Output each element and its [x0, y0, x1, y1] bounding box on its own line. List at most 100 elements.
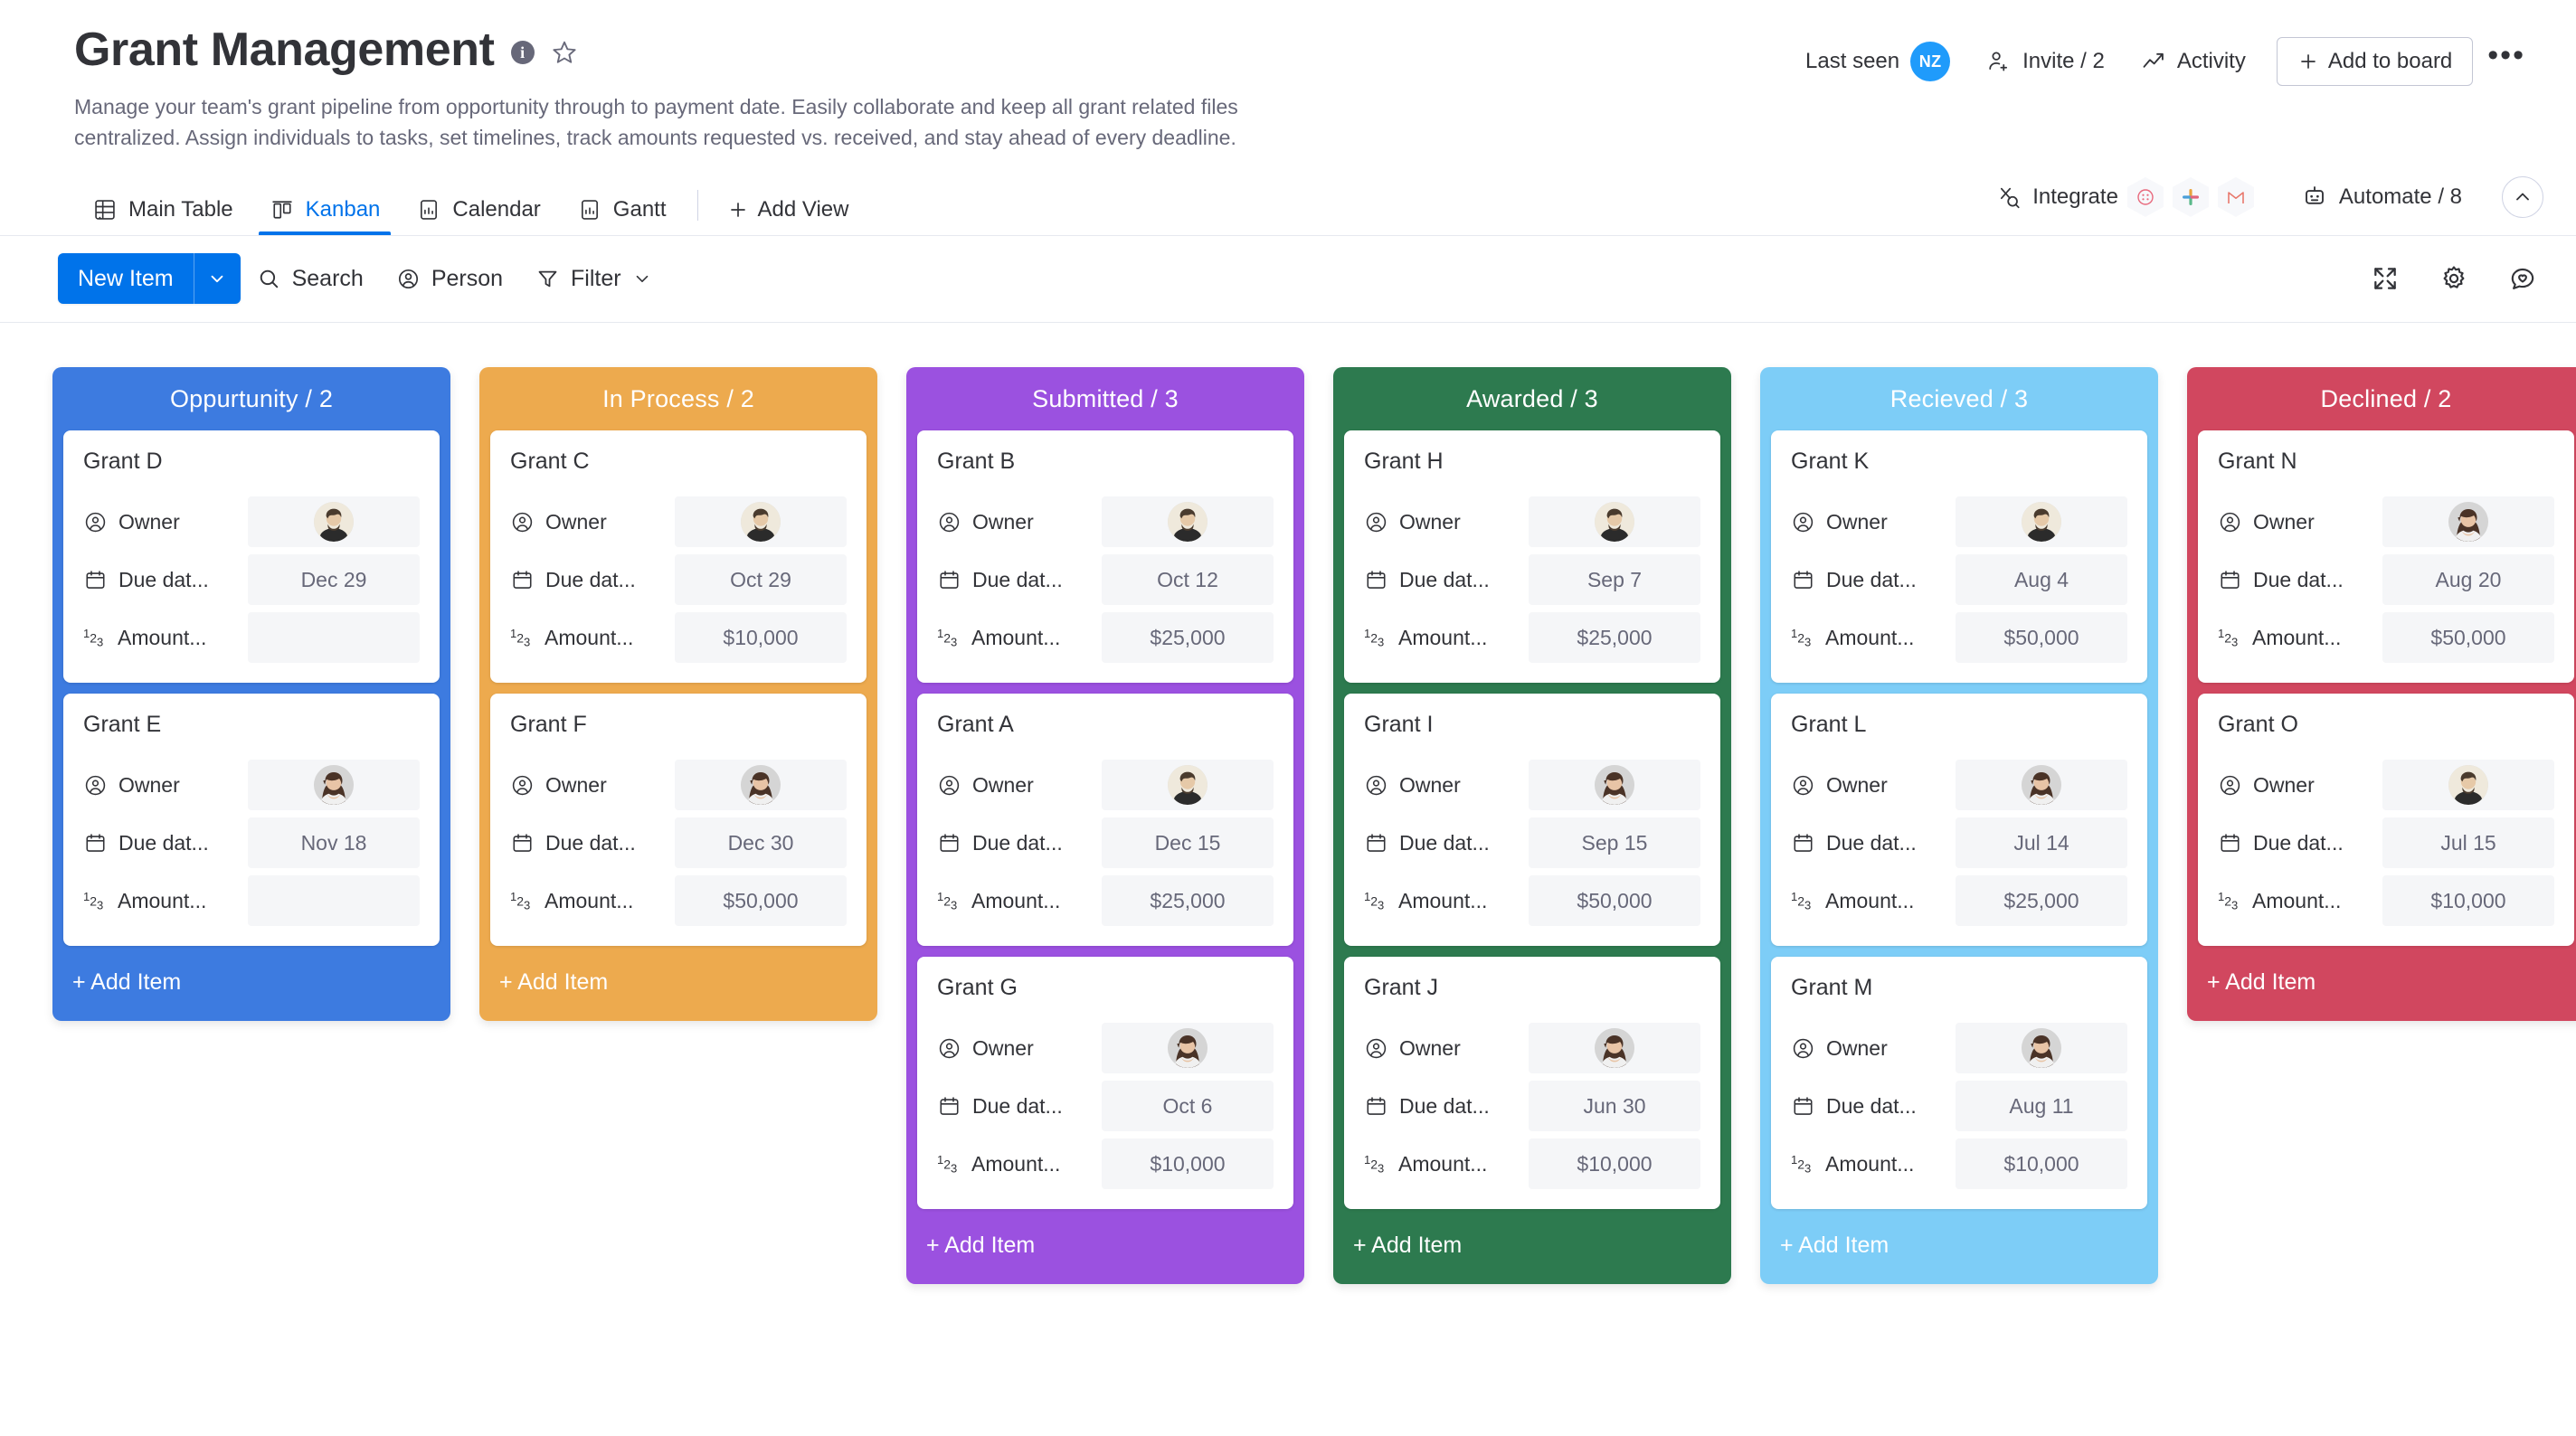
field-value-due-date[interactable]: Sep 15: [1529, 817, 1700, 868]
field-value-amount[interactable]: $10,000: [1102, 1138, 1274, 1189]
last-seen[interactable]: Last seen NZ: [1787, 33, 1968, 90]
kanban-card[interactable]: Grant G Owner Due dat... Oct 6 123 Amoun…: [917, 957, 1293, 1209]
field-value-owner[interactable]: [2382, 760, 2554, 810]
field-value-amount[interactable]: $25,000: [1102, 612, 1274, 663]
field-value-amount[interactable]: $10,000: [1529, 1138, 1700, 1189]
kanban-card[interactable]: Grant J Owner Due dat... Jun 30 123 Amou…: [1344, 957, 1720, 1209]
integrate-button[interactable]: Integrate: [1987, 172, 2263, 222]
filter-button[interactable]: Filter: [519, 257, 668, 301]
kanban-card[interactable]: Grant D Owner Due dat... Dec 29 123 Amou…: [63, 430, 440, 683]
field-label-owner: Owner: [83, 510, 248, 534]
tab-kanban[interactable]: Kanban: [251, 173, 399, 235]
field-value-due-date[interactable]: Oct 29: [675, 554, 847, 605]
field-value-amount[interactable]: $10,000: [1956, 1138, 2127, 1189]
info-icon[interactable]: i: [510, 41, 535, 65]
person-filter-button[interactable]: Person: [380, 257, 519, 301]
kanban-card[interactable]: Grant M Owner Due dat... Aug 11 123 Amou…: [1771, 957, 2147, 1209]
invite-button[interactable]: Invite / 2: [1968, 40, 2123, 83]
kanban-card[interactable]: Grant E Owner Due dat... Nov 18 123 Amou…: [63, 694, 440, 946]
gmail-icon[interactable]: [2217, 176, 2254, 217]
field-value-due-date[interactable]: Dec 30: [675, 817, 847, 868]
field-value-owner[interactable]: [1529, 760, 1700, 810]
field-value-due-date[interactable]: Jul 15: [2382, 817, 2554, 868]
kanban-card[interactable]: Grant K Owner Due dat... Aug 4 123 Amoun…: [1771, 430, 2147, 683]
field-value-owner[interactable]: [1529, 1023, 1700, 1073]
kanban-card[interactable]: Grant L Owner Due dat... Jul 14 123 Amou…: [1771, 694, 2147, 946]
field-value-amount[interactable]: [248, 875, 420, 926]
kanban-card[interactable]: Grant C Owner Due dat... Oct 29 123 Amou…: [490, 430, 867, 683]
activity-button[interactable]: Activity: [2123, 40, 2264, 83]
add-item-button[interactable]: + Add Item: [1760, 1209, 2158, 1284]
field-value-owner[interactable]: [1102, 760, 1274, 810]
field-value-amount[interactable]: $50,000: [1956, 612, 2127, 663]
tab-gantt[interactable]: Gantt: [559, 173, 685, 235]
field-value-owner[interactable]: [1102, 496, 1274, 547]
expand-icon[interactable]: [2364, 258, 2406, 299]
field-value-owner[interactable]: [1956, 496, 2127, 547]
kanban-card[interactable]: Grant A Owner Due dat... Dec 15 123 Amou…: [917, 694, 1293, 946]
star-outline-icon[interactable]: [551, 39, 578, 66]
field-value-due-date[interactable]: Aug 4: [1956, 554, 2127, 605]
kanban-card[interactable]: Grant N Owner Due dat... Aug 20 123 Amou…: [2198, 430, 2574, 683]
field-value-amount[interactable]: $50,000: [2382, 612, 2554, 663]
field-value-due-date[interactable]: Dec 15: [1102, 817, 1274, 868]
field-value-amount[interactable]: $50,000: [675, 875, 847, 926]
field-value-owner[interactable]: [1956, 1023, 2127, 1073]
add-view-button[interactable]: Add View: [711, 197, 866, 235]
field-value-due-date[interactable]: Jul 14: [1956, 817, 2127, 868]
avatar[interactable]: NZ: [1910, 42, 1951, 81]
field-label-due-date: Due dat...: [1791, 1094, 1956, 1119]
field-value-owner[interactable]: [248, 496, 420, 547]
woman-avatar: [314, 765, 354, 805]
chevron-down-icon[interactable]: [632, 269, 652, 288]
kanban-card[interactable]: Grant I Owner Due dat... Sep 15 123 Amou…: [1344, 694, 1720, 946]
add-item-button[interactable]: + Add Item: [1333, 1209, 1731, 1284]
field-value-owner[interactable]: [1956, 760, 2127, 810]
field-value-owner[interactable]: [1102, 1023, 1274, 1073]
tab-main-table[interactable]: Main Table: [74, 173, 251, 235]
numbers-icon: 123: [2218, 626, 2239, 649]
field-value-due-date[interactable]: Jun 30: [1529, 1081, 1700, 1131]
chevron-down-icon[interactable]: [193, 253, 241, 305]
field-value-due-date[interactable]: Nov 18: [248, 817, 420, 868]
kanban-card[interactable]: Grant F Owner Due dat... Dec 30 123 Amou…: [490, 694, 867, 946]
kanban-card[interactable]: Grant H Owner Due dat... Sep 7 123 Amoun…: [1344, 430, 1720, 683]
field-value-amount[interactable]: $10,000: [675, 612, 847, 663]
add-item-button[interactable]: + Add Item: [2187, 946, 2576, 1021]
card-field-due-date: Due dat... Nov 18: [83, 817, 420, 868]
field-value-due-date[interactable]: Oct 6: [1102, 1081, 1274, 1131]
add-to-board-button[interactable]: Add to board: [2276, 37, 2474, 86]
chat-heart-icon[interactable]: [2502, 258, 2543, 299]
kanban-card[interactable]: Grant O Owner Due dat... Jul 15 123 Amou…: [2198, 694, 2574, 946]
field-value-owner[interactable]: [675, 760, 847, 810]
field-value-amount[interactable]: $25,000: [1102, 875, 1274, 926]
more-options-button[interactable]: •••: [2473, 40, 2540, 77]
field-value-owner[interactable]: [2382, 496, 2554, 547]
field-value-owner[interactable]: [1529, 496, 1700, 547]
add-item-button[interactable]: + Add Item: [906, 1209, 1304, 1284]
field-value-amount[interactable]: $50,000: [1529, 875, 1700, 926]
field-value-amount[interactable]: $25,000: [1956, 875, 2127, 926]
field-value-owner[interactable]: [248, 760, 420, 810]
field-value-due-date[interactable]: Oct 12: [1102, 554, 1274, 605]
kanban-card[interactable]: Grant B Owner Due dat... Oct 12 123 Amou…: [917, 430, 1293, 683]
new-item-button[interactable]: New Item: [58, 253, 241, 305]
search-button[interactable]: Search: [241, 257, 380, 301]
automate-button[interactable]: Automate / 8: [2285, 176, 2478, 218]
monday-dots-icon[interactable]: [2126, 176, 2164, 217]
field-value-due-date[interactable]: Sep 7: [1529, 554, 1700, 605]
add-item-button[interactable]: + Add Item: [52, 946, 450, 1021]
field-value-due-date[interactable]: Aug 11: [1956, 1081, 2127, 1131]
add-item-button[interactable]: + Add Item: [479, 946, 877, 1021]
field-value-due-date[interactable]: Aug 20: [2382, 554, 2554, 605]
field-value-amount[interactable]: $25,000: [1529, 612, 1700, 663]
field-value-amount[interactable]: $10,000: [2382, 875, 2554, 926]
slack-icon[interactable]: [2172, 176, 2209, 217]
chevron-up-icon[interactable]: [2502, 175, 2543, 218]
tab-calendar[interactable]: Calendar: [398, 173, 558, 235]
gear-icon[interactable]: [2433, 258, 2475, 299]
card-title: Grant B: [937, 449, 1016, 474]
field-value-due-date[interactable]: Dec 29: [248, 554, 420, 605]
field-value-owner[interactable]: [675, 496, 847, 547]
field-value-amount[interactable]: [248, 612, 420, 663]
